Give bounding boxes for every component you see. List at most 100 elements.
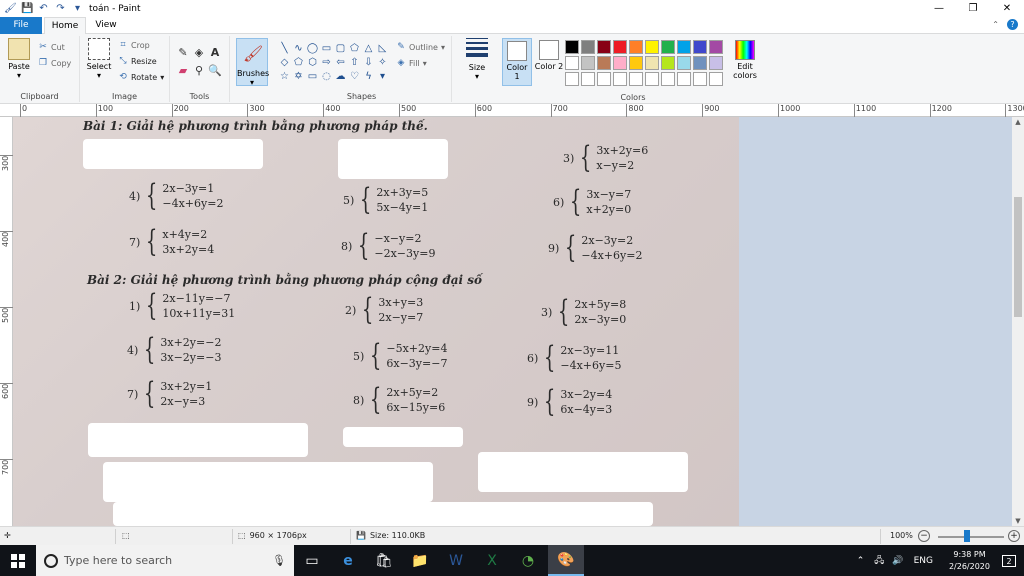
palette-swatch[interactable] [709, 72, 723, 86]
palette-swatch[interactable] [677, 56, 691, 70]
redo-icon[interactable]: ↷ [55, 3, 66, 14]
palette-swatch[interactable] [581, 56, 595, 70]
save-icon[interactable]: 💾 [21, 3, 33, 14]
magnifier-icon[interactable]: 🔍 [208, 64, 222, 78]
clock[interactable]: 9:38 PM 2/26/2020 [949, 549, 990, 573]
undo-icon[interactable]: ↶ [38, 3, 49, 14]
volume-icon[interactable]: 🔊 [892, 556, 903, 566]
vertical-scrollbar[interactable]: ▲ ▼ [1012, 117, 1024, 526]
cut-button[interactable]: ✂ Cut [38, 42, 65, 52]
palette-swatch[interactable] [581, 72, 595, 86]
brushes-button[interactable]: 🖌 Brushes ▾ [236, 38, 269, 87]
outline-button[interactable]: ✎ Outline ▾ [396, 42, 445, 52]
palette-swatch[interactable] [693, 72, 707, 86]
edit-colors-button[interactable]: Edit colors [730, 38, 760, 80]
task-view-icon[interactable]: ▭ [294, 545, 330, 576]
palette-swatch[interactable] [677, 40, 691, 54]
palette-swatch[interactable] [597, 40, 611, 54]
palette-swatch[interactable] [613, 56, 627, 70]
tab-home[interactable]: Home [44, 17, 86, 35]
zoom-in-button[interactable]: + [1008, 530, 1020, 542]
eraser-icon[interactable]: ▰ [176, 64, 190, 78]
oval-shape-icon[interactable]: ◯ [306, 42, 319, 55]
oval-callout-shape-icon[interactable]: ◌ [320, 70, 333, 83]
shapes-scroll-icon[interactable]: ▾ [376, 70, 389, 83]
zoom-slider[interactable] [938, 536, 1004, 538]
zoom-out-button[interactable]: − [918, 530, 930, 542]
palette-swatch[interactable] [597, 72, 611, 86]
polygon-shape-icon[interactable]: ⬠ [348, 42, 361, 55]
minimize-button[interactable]: — [922, 0, 956, 17]
four-point-star-shape-icon[interactable]: ✧ [376, 56, 389, 69]
fill-button[interactable]: ◈ Fill ▾ [396, 58, 427, 68]
scroll-thumb[interactable] [1014, 197, 1022, 317]
palette-swatch[interactable] [565, 72, 579, 86]
file-explorer-icon[interactable]: 📁 [402, 545, 438, 576]
palette-swatch[interactable] [613, 72, 627, 86]
palette-swatch[interactable] [661, 40, 675, 54]
text-tool-icon[interactable]: A [208, 46, 222, 60]
palette-swatch[interactable] [581, 40, 595, 54]
color-palette[interactable] [565, 40, 723, 86]
paste-button[interactable]: Paste ▾ [6, 38, 32, 80]
lightning-shape-icon[interactable]: ϟ [362, 70, 375, 83]
rectangle-shape-icon[interactable]: ▭ [320, 42, 333, 55]
right-arrow-shape-icon[interactable]: ⇨ [320, 56, 333, 69]
restore-button[interactable]: ❐ [956, 0, 990, 17]
store-icon[interactable]: 🛍 [366, 545, 402, 576]
rounded-rectangle-shape-icon[interactable]: ▢ [334, 42, 347, 55]
close-button[interactable]: ✕ [990, 0, 1024, 17]
palette-swatch[interactable] [629, 56, 643, 70]
taskbar-search[interactable]: Type here to search 🎙 [36, 545, 294, 576]
heart-shape-icon[interactable]: ♡ [348, 70, 361, 83]
scroll-down-icon[interactable]: ▼ [1012, 516, 1024, 526]
scroll-up-icon[interactable]: ▲ [1012, 117, 1024, 127]
palette-swatch[interactable] [661, 72, 675, 86]
start-button[interactable] [0, 545, 36, 576]
palette-swatch[interactable] [709, 56, 723, 70]
copy-button[interactable]: ❐ Copy [38, 58, 71, 68]
resize-button[interactable]: ⤡ Resize [118, 56, 156, 66]
geogebra-icon[interactable]: ◔ [510, 545, 546, 576]
pentagon-shape-icon[interactable]: ⬠ [292, 56, 305, 69]
rotate-button[interactable]: ⟲ Rotate ▾ [118, 72, 164, 82]
size-button[interactable]: Size ▾ [462, 38, 492, 81]
palette-swatch[interactable] [709, 40, 723, 54]
tab-view[interactable]: View [88, 17, 124, 34]
word-icon[interactable]: W [438, 545, 474, 576]
paint-taskbar-icon[interactable]: 🎨 [548, 545, 584, 576]
line-shape-icon[interactable]: ╲ [278, 42, 291, 55]
cloud-callout-shape-icon[interactable]: ☁ [334, 70, 347, 83]
excel-icon[interactable]: X [474, 545, 510, 576]
palette-swatch[interactable] [645, 72, 659, 86]
show-hidden-icons-icon[interactable]: ⌃ [857, 556, 865, 566]
shapes-gallery[interactable]: ╲ ∿ ◯ ▭ ▢ ⬠ △ ◺ ◇ ⬠ ⬡ ⇨ ⇦ ⇧ ⇩ ✧ ☆ ✡ ▭ ◌ … [278, 42, 390, 82]
hexagon-shape-icon[interactable]: ⬡ [306, 56, 319, 69]
customize-dropdown-icon[interactable]: ▾ [72, 3, 83, 14]
six-point-star-shape-icon[interactable]: ✡ [292, 70, 305, 83]
triangle-shape-icon[interactable]: △ [362, 42, 375, 55]
palette-swatch[interactable] [693, 40, 707, 54]
palette-swatch[interactable] [677, 72, 691, 86]
color2-button[interactable]: Color 2 [534, 38, 564, 86]
edge-browser-icon[interactable]: e [330, 545, 366, 576]
down-arrow-shape-icon[interactable]: ⇩ [362, 56, 375, 69]
up-arrow-shape-icon[interactable]: ⇧ [348, 56, 361, 69]
select-button[interactable]: Select ▾ [84, 38, 114, 80]
palette-swatch[interactable] [565, 56, 579, 70]
crop-button[interactable]: ⌗ Crop [118, 40, 149, 50]
network-icon[interactable]: 🖧 [874, 553, 884, 569]
help-icon[interactable]: ? [1007, 19, 1018, 30]
fill-bucket-icon[interactable]: ◈ [192, 46, 206, 60]
palette-swatch[interactable] [629, 72, 643, 86]
color1-button[interactable]: Color 1 [502, 38, 532, 86]
palette-swatch[interactable] [613, 40, 627, 54]
notifications-icon[interactable]: 2 [1002, 554, 1016, 567]
input-language[interactable]: ENG [914, 556, 933, 566]
palette-swatch[interactable] [693, 56, 707, 70]
palette-swatch[interactable] [597, 56, 611, 70]
palette-swatch[interactable] [565, 40, 579, 54]
image-canvas[interactable]: Bài 1: Giải hệ phương trình bằng phương … [13, 117, 739, 526]
palette-swatch[interactable] [661, 56, 675, 70]
microphone-icon[interactable]: 🎙 [272, 554, 286, 567]
